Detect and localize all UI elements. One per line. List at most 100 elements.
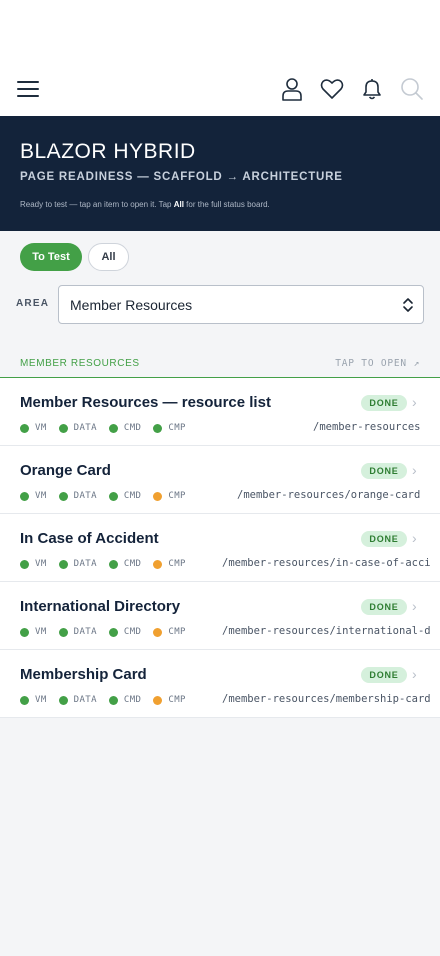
readiness-tags: VM DATA CMD CMP <box>20 694 198 706</box>
readiness-tag: CMD <box>108 559 142 569</box>
select-updown-icon <box>403 298 413 312</box>
bell-icon[interactable] <box>359 76 385 102</box>
heart-icon[interactable] <box>319 76 345 102</box>
chevron-right-icon: › <box>412 462 417 478</box>
readiness-tags: VM DATA CMD CMP <box>20 422 198 434</box>
readiness-tag: VM <box>20 559 47 569</box>
chevron-right-icon: › <box>412 394 417 410</box>
readiness-tag: CMP <box>153 559 185 569</box>
tag-label: DATA <box>73 423 97 433</box>
user-icon[interactable] <box>279 76 305 102</box>
tag-label: CMP <box>168 627 186 637</box>
status-dot-icon <box>58 627 68 637</box>
status-dot-icon <box>20 423 29 433</box>
search-icon[interactable] <box>399 76 425 102</box>
status-dot-icon <box>108 627 118 637</box>
item-title: Membership Card <box>20 666 147 683</box>
status-dot-icon <box>58 559 68 569</box>
area-label: AREA <box>16 298 50 309</box>
readiness-tag: VM <box>20 627 47 637</box>
readiness-tag: CMD <box>108 423 142 433</box>
hint-prefix: Ready to test — tap an item to open it. … <box>20 200 174 209</box>
page-hint: Ready to test — tap an item to open it. … <box>20 200 270 209</box>
status-badge: DONE <box>361 667 407 683</box>
filter-to-test-button[interactable]: To Test <box>20 243 82 271</box>
section-hint: TAP TO OPEN ↗ <box>335 358 420 369</box>
status-dot-icon <box>20 491 29 501</box>
readiness-tag: DATA <box>58 423 97 433</box>
list-item[interactable]: Orange Card DONE › VM DATA CMD CMP/member-reso… <box>0 446 440 514</box>
status-dot-icon <box>153 491 163 501</box>
readiness-tag: DATA <box>58 695 97 705</box>
item-title: International Directory <box>20 598 181 615</box>
status-dot-icon <box>20 695 29 705</box>
list-item[interactable]: International Directory DONE › VM DATA CMD CMP… <box>0 582 440 650</box>
readiness-tag: DATA <box>58 559 97 569</box>
page-list: Member Resources — resource list DONE › VM D… <box>0 378 440 718</box>
hamburger-menu-icon[interactable] <box>17 80 39 98</box>
tag-label: DATA <box>73 695 97 705</box>
readiness-tags: VM DATA CMD CMP <box>20 490 198 502</box>
status-badge: DONE <box>361 599 407 615</box>
status-dot-icon <box>108 695 118 705</box>
section-title: MEMBER RESOURCES <box>20 358 140 369</box>
readiness-tag: CMD <box>108 491 142 501</box>
page-title: BLAZOR HYBRID <box>20 140 196 163</box>
item-route-path: /member-resources/in-case-of-acci <box>222 557 431 569</box>
readiness-tag: CMP <box>153 627 185 637</box>
page-subtitle: PAGE READINESS — SCAFFOLD → ARCHITECTURE <box>20 171 343 183</box>
chevron-right-icon: › <box>412 666 417 682</box>
filter-all-button[interactable]: All <box>88 243 129 271</box>
status-badge: DONE <box>361 395 407 411</box>
chevron-right-icon: › <box>412 530 417 546</box>
readiness-tag: DATA <box>58 491 97 501</box>
tag-label: DATA <box>73 627 97 637</box>
status-dot-icon <box>58 695 68 705</box>
item-title: In Case of Accident <box>20 530 159 547</box>
tag-label: VM <box>35 627 47 637</box>
tag-label: DATA <box>73 491 97 501</box>
area-select[interactable]: Member Resources <box>58 285 424 324</box>
item-title: Orange Card <box>20 462 111 479</box>
item-title: Member Resources — resource list <box>20 394 271 411</box>
readiness-tag: CMP <box>153 695 185 705</box>
area-select-value: Member Resources <box>70 297 193 313</box>
list-item[interactable]: Member Resources — resource list DONE › VM D… <box>0 378 440 446</box>
tag-label: CMD <box>123 627 142 637</box>
readiness-tag: VM <box>20 695 47 705</box>
status-dot-icon <box>58 491 68 501</box>
status-dot-icon <box>153 627 163 637</box>
status-dot-icon <box>20 627 29 637</box>
readiness-tag: DATA <box>58 627 97 637</box>
tag-label: VM <box>35 559 47 569</box>
hint-suffix: for the full status board. <box>183 200 270 209</box>
hint-all-emphasis: All <box>173 200 184 209</box>
list-item[interactable]: In Case of Accident DONE › VM DATA CMD CMP/mem… <box>0 514 440 582</box>
item-route-path: /member-resources <box>313 421 421 433</box>
item-route-path: /member-resources/orange-card <box>237 489 421 501</box>
status-dot-icon <box>58 423 68 433</box>
tag-label: CMP <box>168 423 186 433</box>
readiness-tag: CMD <box>108 695 141 705</box>
tag-label: VM <box>35 491 47 501</box>
status-dot-icon <box>20 559 29 569</box>
readiness-tags: VM DATA CMD CMP <box>20 626 198 638</box>
list-item[interactable]: Membership Card DONE › VM DATA CMD CMP/member-… <box>0 650 440 718</box>
status-dot-icon <box>153 423 163 433</box>
status-dot-icon <box>153 559 163 569</box>
tag-label: CMD <box>123 559 142 569</box>
readiness-tag: VM <box>20 491 47 501</box>
top-navigation-bar <box>0 0 440 116</box>
tag-label: CMD <box>123 491 142 501</box>
tag-label: DATA <box>73 559 97 569</box>
tag-label: CMP <box>168 559 186 569</box>
tag-label: CMP <box>168 695 186 705</box>
tag-label: CMD <box>123 423 142 433</box>
page-header-banner: BLAZOR HYBRID PAGE READINESS — SCAFFOLD … <box>0 116 440 231</box>
status-dot-icon <box>153 695 163 705</box>
status-dot-icon <box>108 559 118 569</box>
item-route-path: /member-resources/international-d <box>222 625 431 637</box>
readiness-tag: CMP <box>153 423 185 433</box>
tag-label: VM <box>35 695 47 705</box>
status-badge: DONE <box>361 531 407 547</box>
